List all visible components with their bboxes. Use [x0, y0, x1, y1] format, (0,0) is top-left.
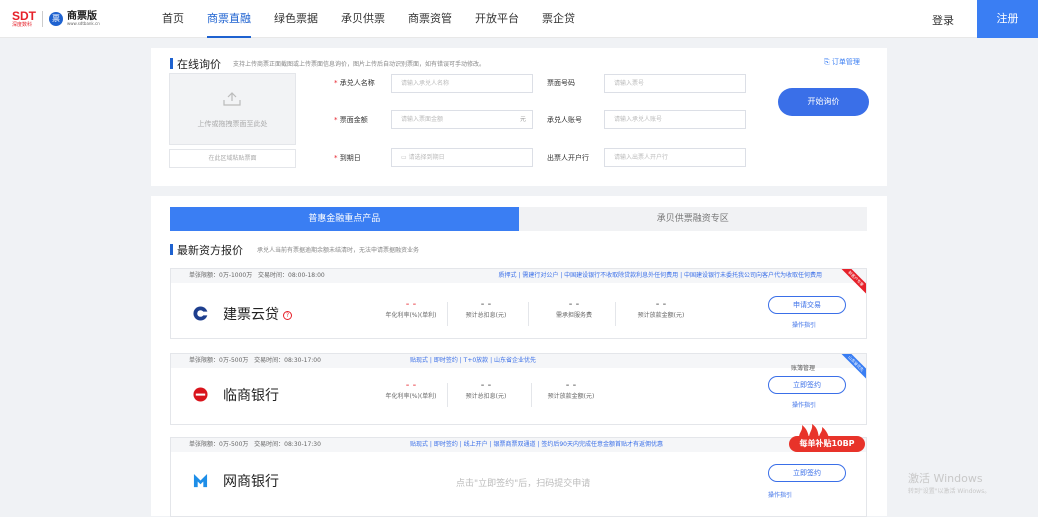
upload-icon — [223, 92, 241, 106]
card-header: 单张限额：0万-500万 交易时间：08:30-17:00 贴现式 | 即时签约… — [171, 354, 866, 368]
start-inquiry-button[interactable]: 开始询价 — [778, 88, 869, 116]
product-name: 商票版 www.sdtbank.cn — [67, 11, 100, 26]
stat-rate: - - 年化利率(%)(单利) — [385, 380, 437, 401]
bank-name: 临商银行 — [223, 388, 279, 404]
paste-area[interactable]: 在此区域粘贴票面 — [169, 149, 296, 168]
acceptor-account-label: 承兑人账号 — [547, 116, 582, 124]
new-customer-ribbon: 新客户专享 — [840, 269, 866, 295]
account-management-link[interactable]: 账簿管理 — [791, 363, 815, 372]
sign-now-button[interactable]: 立即签约 — [768, 464, 846, 482]
divider — [447, 383, 448, 407]
stat-interest: - - 预计总扣息(元) — [465, 299, 507, 320]
menu-enterprise-loan[interactable]: 票企贷 — [542, 0, 575, 38]
card-header: 单张限额：0万-1000万 交易时间：08:00-18:00 质押式 | 需建行… — [171, 269, 866, 283]
menu-supply-bills[interactable]: 承贝供票 — [341, 0, 385, 38]
order-management-label: 订单管理 — [831, 58, 860, 66]
register-button[interactable]: 注册 — [977, 0, 1038, 38]
amount-unit: 元 — [519, 116, 526, 123]
menu-asset-mgmt[interactable]: 商票资管 — [408, 0, 452, 38]
ticket-logo-icon: 票 — [49, 12, 63, 26]
stat-loan-amount: - - 预计放款金额(元) — [637, 299, 685, 320]
card-limit: 单张限额：0万-1000万 交易时间：08:00-18:00 — [189, 272, 325, 279]
due-date-picker[interactable]: ▭ 请选择到期日 — [391, 148, 533, 167]
card-tags: 贴现式 | 即时签约 | 线上开户 | 银票商票双通道 | 签约后90天内完成任… — [410, 441, 663, 448]
help-icon[interactable]: ? — [283, 310, 292, 320]
due-date-label: * 到期日 — [334, 154, 361, 162]
acceptor-input[interactable]: 请输入承兑人名称 — [391, 74, 533, 93]
card-limit: 单张限额：0万-500万 交易时间：08:30-17:00 — [189, 357, 321, 364]
main-menu: 首页 商票直融 绿色票据 承贝供票 商票资管 开放平台 票企贷 — [162, 0, 598, 38]
upload-dropzone[interactable]: 上传或拖拽票面至此处 — [169, 73, 296, 145]
upload-text: 上传或拖拽票面至此处 — [197, 120, 268, 128]
divider — [615, 302, 616, 326]
menu-open-platform[interactable]: 开放平台 — [475, 0, 519, 38]
bank-name: 建票云贷? — [223, 304, 292, 324]
ccb-logo-icon — [193, 306, 208, 321]
linshang-logo-icon — [193, 387, 208, 402]
section-marker — [170, 244, 173, 255]
section-marker — [170, 58, 173, 69]
order-management-link[interactable]: ⎘ 订单管理 — [824, 57, 860, 67]
acceptor-account-input[interactable]: 请输入承兑人账号 — [604, 110, 746, 129]
windows-watermark-sub: 转到"设置"以激活 Windows。 — [908, 488, 991, 495]
login-link[interactable]: 登录 — [932, 12, 954, 28]
guide-link[interactable]: 操作指引 — [768, 490, 792, 499]
bank-name: 网商银行 — [223, 474, 279, 490]
document-icon: ⎘ — [824, 58, 830, 66]
issuer-bank-input[interactable]: 请输入出票人开户行 — [604, 148, 746, 167]
bill-number-label: 票面号码 — [547, 79, 575, 87]
tab-supply-bill-finance[interactable]: 承贝供票融资专区 — [518, 207, 867, 231]
card-header: 单张限额：0万-500万 交易时间：08:30-17:30 贴现式 | 即时签约… — [171, 438, 866, 452]
menu-direct-financing[interactable]: 商票直融 — [207, 0, 251, 38]
divider — [531, 383, 532, 407]
assets-title: 最新资方报价 — [177, 244, 243, 257]
card-limit: 单张限额：0万-500万 交易时间：08:30-17:30 — [189, 441, 321, 448]
stat-rate: - - 年化利率(%)(单利) — [385, 299, 437, 320]
guide-link[interactable]: 操作指引 — [792, 400, 816, 409]
logo[interactable]: SDT 深度数科 票 商票版 www.sdtbank.cn — [12, 10, 100, 28]
product-card-linshang: 单张限额：0万-500万 交易时间：08:30-17:00 贴现式 | 即时签约… — [170, 353, 867, 425]
amount-input[interactable]: 请输入票面金额元 — [391, 110, 533, 129]
sdt-logo: SDT 深度数科 — [12, 9, 36, 28]
shandong-priority-ribbon: 山东省优先 — [840, 354, 866, 380]
mybank-logo-icon — [193, 473, 208, 488]
acceptor-label: * 承兑人名称 — [334, 79, 375, 87]
menu-home[interactable]: 首页 — [162, 0, 184, 38]
assets-note: 承兑人当前有票据逾期余额未结清时，无法申请票据融资业务 — [257, 247, 420, 254]
card-tags: 质押式 | 需建行对公户 | 中国建设银行不收取除贷款利息外任何费用 | 中国建… — [498, 272, 822, 279]
calendar-icon: ▭ — [401, 154, 407, 161]
menu-green-bills[interactable]: 绿色票据 — [274, 0, 318, 38]
windows-watermark: 激活 Windows — [908, 472, 983, 485]
divider — [528, 302, 529, 326]
bill-number-input[interactable]: 请输入票号 — [604, 74, 746, 93]
logo-divider — [42, 11, 43, 27]
top-nav: SDT 深度数科 票 商票版 www.sdtbank.cn 首页 商票直融 绿色票据… — [0, 0, 1038, 38]
online-inquiry-panel: 在线询价 支持上传商票正面截图或上传票面信息询价，图片上传后自动识别票面，如有错… — [151, 48, 887, 186]
card-tags: 贴现式 | 即时签约 | T+0放款 | 山东省企业优先 — [410, 357, 537, 364]
stat-interest: - - 预计总扣息(元) — [465, 380, 507, 401]
inquiry-note: 支持上传商票正面截图或上传票面信息询价，图片上传后自动识别票面，如有错误可手动修… — [233, 61, 486, 68]
divider — [447, 302, 448, 326]
sign-hint: 点击"立即签约"后，扫码提交申请 — [456, 479, 591, 489]
product-card-jianpiao: 单张限额：0万-1000万 交易时间：08:00-18:00 质押式 | 需建行… — [170, 268, 867, 339]
apply-trade-button[interactable]: 申请交易 — [768, 296, 846, 314]
inquiry-title: 在线询价 — [177, 58, 221, 71]
stat-loan-amount: - - 预计放款金额(元) — [547, 380, 595, 401]
stat-service-fee: - - 需承担服务费 — [555, 299, 592, 320]
subsidy-badge: 每单补贴10BP — [789, 436, 865, 452]
guide-link[interactable]: 操作指引 — [792, 320, 816, 329]
tab-inclusive-finance[interactable]: 普惠金融重点产品 — [170, 207, 519, 231]
product-tabs: 普惠金融重点产品 承贝供票融资专区 — [170, 207, 867, 231]
sign-now-button[interactable]: 立即签约 — [768, 376, 846, 394]
products-panel: 普惠金融重点产品 承贝供票融资专区 最新资方报价 承兑人当前有票据逾期余额未结清… — [151, 196, 887, 517]
amount-label: * 票面金额 — [334, 116, 368, 124]
issuer-bank-label: 出票人开户行 — [547, 154, 589, 162]
